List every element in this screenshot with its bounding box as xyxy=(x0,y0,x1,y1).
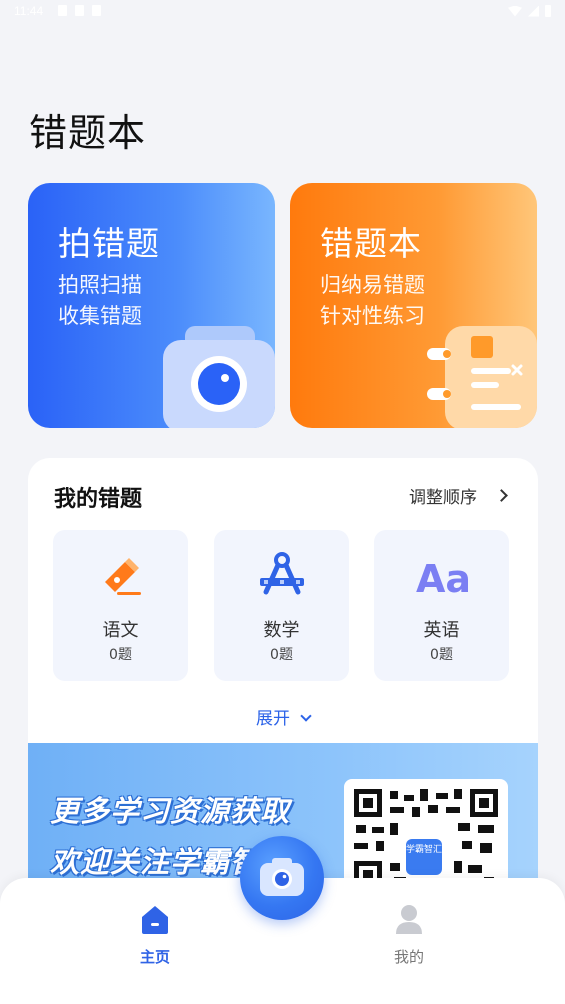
subject-name: 数学 xyxy=(263,620,300,641)
qr-badge: 学霸智汇 xyxy=(406,839,442,875)
reorder-label: 调整顺序 xyxy=(409,488,477,508)
subject-name: 语文 xyxy=(102,620,139,641)
card-subtitle: 收集错题 xyxy=(58,304,142,328)
pen-icon xyxy=(105,558,141,595)
download-icon xyxy=(92,5,101,16)
subject-card-chinese[interactable]: 语文 0题 xyxy=(53,530,188,681)
compass-icon xyxy=(260,552,304,595)
chevron-right-icon xyxy=(495,489,508,502)
signal-icon xyxy=(528,5,539,17)
nav-label: 主页 xyxy=(139,948,170,966)
nav-label: 我的 xyxy=(393,948,424,966)
page-title: 错题本 xyxy=(29,111,147,155)
card-subtitle: 归纳易错题 xyxy=(320,273,425,297)
status-bar: 11:44 xyxy=(0,0,565,24)
card-title: 错题本 xyxy=(320,224,422,263)
svg-text:Aa: Aa xyxy=(416,557,468,601)
subject-count: 0题 xyxy=(270,647,293,663)
section-title: 我的错题 xyxy=(54,487,143,512)
subject-card-english[interactable]: Aa 英语 0题 xyxy=(374,530,509,681)
user-icon xyxy=(396,905,422,934)
notification-icons xyxy=(58,5,101,16)
camera-icon xyxy=(163,326,275,428)
subject-count: 0题 xyxy=(430,647,453,663)
camera-fab-button[interactable] xyxy=(240,836,324,920)
subject-card-math[interactable]: 数学 0题 xyxy=(214,530,349,681)
subject-count: 0题 xyxy=(109,647,132,663)
expand-button[interactable]: 展开 xyxy=(28,704,538,729)
chevron-down-icon xyxy=(300,710,312,722)
text-aa-icon: Aa xyxy=(416,557,468,601)
mistake-book-card[interactable]: 错题本 归纳易错题 针对性练习 xyxy=(290,183,537,428)
my-mistakes-panel: 我的错题 调整顺序 语文 0题 数学 0题 Aa 英语 0题 展开 xyxy=(28,458,538,748)
capture-mistake-card[interactable]: 拍错题 拍照扫描 收集错题 xyxy=(28,183,275,428)
home-icon xyxy=(142,906,168,934)
camera-icon xyxy=(260,858,304,896)
nav-mine[interactable]: 我的 xyxy=(369,902,449,967)
system-icons xyxy=(508,5,551,17)
banner-headline: 更多学习资源获取 xyxy=(50,794,291,828)
wifi-icon xyxy=(508,5,522,17)
status-time: 11:44 xyxy=(14,4,44,18)
battery-icon xyxy=(545,5,551,17)
card-subtitle: 针对性练习 xyxy=(320,304,425,328)
notebook-icon xyxy=(427,326,537,428)
card-title: 拍错题 xyxy=(58,224,160,263)
notification-icon xyxy=(58,5,67,16)
nav-home[interactable]: 主页 xyxy=(115,902,195,967)
expand-label: 展开 xyxy=(256,709,290,729)
card-subtitle: 拍照扫描 xyxy=(58,273,142,297)
subject-name: 英语 xyxy=(423,620,460,641)
reorder-button[interactable]: 调整顺序 xyxy=(409,483,508,508)
qr-code: 学霸智汇 xyxy=(344,779,508,893)
download-icon xyxy=(75,5,84,16)
